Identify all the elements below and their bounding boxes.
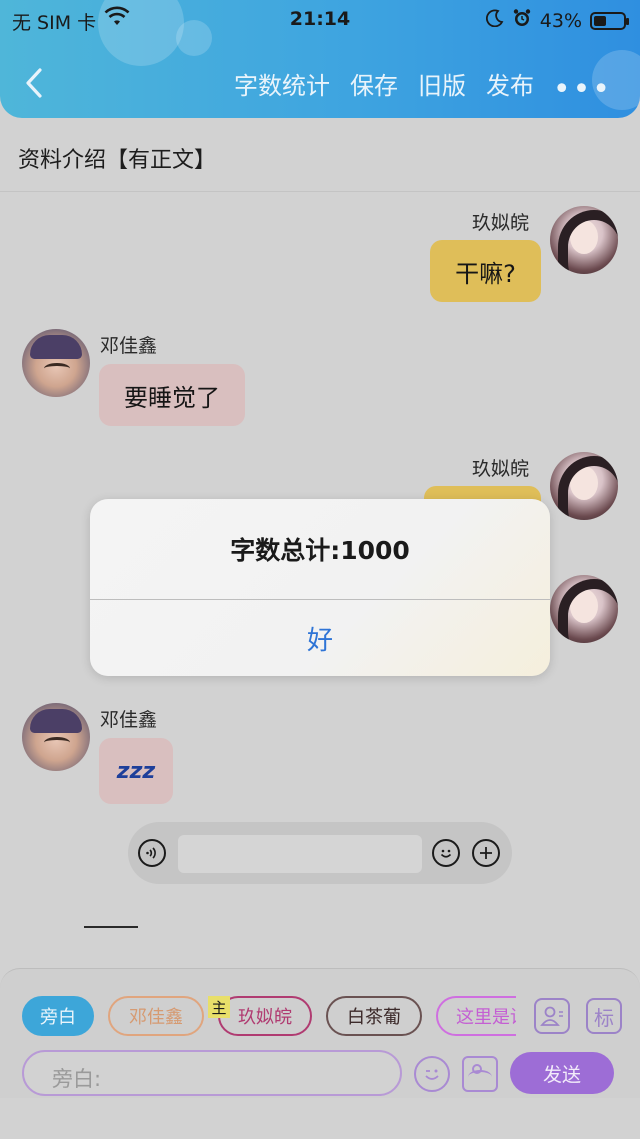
send-button[interactable]: 发送: [510, 1052, 614, 1094]
owner-badge: 主: [208, 996, 230, 1018]
divider-line: [84, 926, 138, 928]
chevron-left-icon: [26, 68, 42, 98]
role-chip-narrator[interactable]: 旁白: [22, 996, 94, 1036]
header-actions: 字数统计 保存 旧版 发布: [234, 66, 534, 101]
avatar[interactable]: [550, 206, 618, 274]
quick-input-bar: [128, 822, 512, 884]
role-chip-bai[interactable]: 白茶葡: [326, 996, 422, 1036]
plus-icon[interactable]: [472, 839, 500, 867]
role-chip-deng[interactable]: 邓佳鑫: [108, 996, 204, 1036]
character-manage-button[interactable]: [534, 998, 570, 1034]
status-right: 43%: [485, 8, 629, 33]
back-button[interactable]: [22, 66, 48, 100]
sender-name: 邓佳鑫: [100, 335, 158, 357]
avatar[interactable]: [550, 452, 618, 520]
image-icon[interactable]: [462, 1056, 498, 1092]
dialog-title: 字数总计:1000: [230, 536, 410, 565]
publish-button[interactable]: 发布: [486, 66, 534, 101]
person-icon: [540, 1006, 563, 1026]
quick-input-field[interactable]: [178, 835, 422, 873]
page-title: 资料介绍【有正文】: [18, 148, 217, 173]
word-count-dialog: 字数总计:1000 好: [90, 499, 550, 676]
message-bubble[interactable]: zzz: [99, 738, 173, 804]
word-count-button[interactable]: 字数统计: [234, 66, 330, 101]
message-input[interactable]: 旁白:: [22, 1050, 402, 1096]
role-chip-row: 旁白 邓佳鑫 玖姒皖 白茶葡 这里是请: [22, 996, 516, 1038]
sleep-zzz-icon: zzz: [116, 758, 156, 784]
mark-button[interactable]: 标: [586, 998, 622, 1034]
role-chip-jiu[interactable]: 玖姒皖: [218, 996, 312, 1036]
save-button[interactable]: 保存: [350, 66, 398, 101]
message-input-placeholder: 旁白:: [52, 1067, 102, 1091]
emoji-icon[interactable]: [432, 839, 460, 867]
sender-name: 玖姒皖: [472, 212, 530, 234]
voice-icon[interactable]: [138, 839, 166, 867]
wink-emoji-icon[interactable]: [414, 1056, 450, 1092]
alarm-icon: [512, 8, 532, 33]
sender-name: 玖姒皖: [472, 458, 530, 480]
battery-icon: [590, 11, 629, 30]
battery-fill: [594, 15, 606, 26]
battery-percent: 43%: [539, 9, 582, 32]
message-bubble[interactable]: 要睡觉了: [99, 364, 245, 426]
more-icon[interactable]: •••: [553, 72, 612, 107]
avatar[interactable]: [550, 575, 618, 643]
top-header: 无 SIM 卡 21:14 43% 字数统计 保存 旧版 发布 •••: [0, 0, 640, 118]
message-bubble[interactable]: 干嘛?: [430, 240, 541, 302]
avatar[interactable]: [22, 703, 90, 771]
moon-icon: [485, 9, 504, 32]
role-chip-here[interactable]: 这里是请: [436, 996, 516, 1036]
old-version-button[interactable]: 旧版: [418, 66, 466, 101]
dialog-ok-button[interactable]: 好: [90, 600, 550, 676]
title-bar: 资料介绍【有正文】: [0, 120, 640, 192]
avatar[interactable]: [22, 329, 90, 397]
sender-name: 邓佳鑫: [100, 709, 158, 731]
status-bar: 无 SIM 卡 21:14 43%: [0, 6, 640, 34]
